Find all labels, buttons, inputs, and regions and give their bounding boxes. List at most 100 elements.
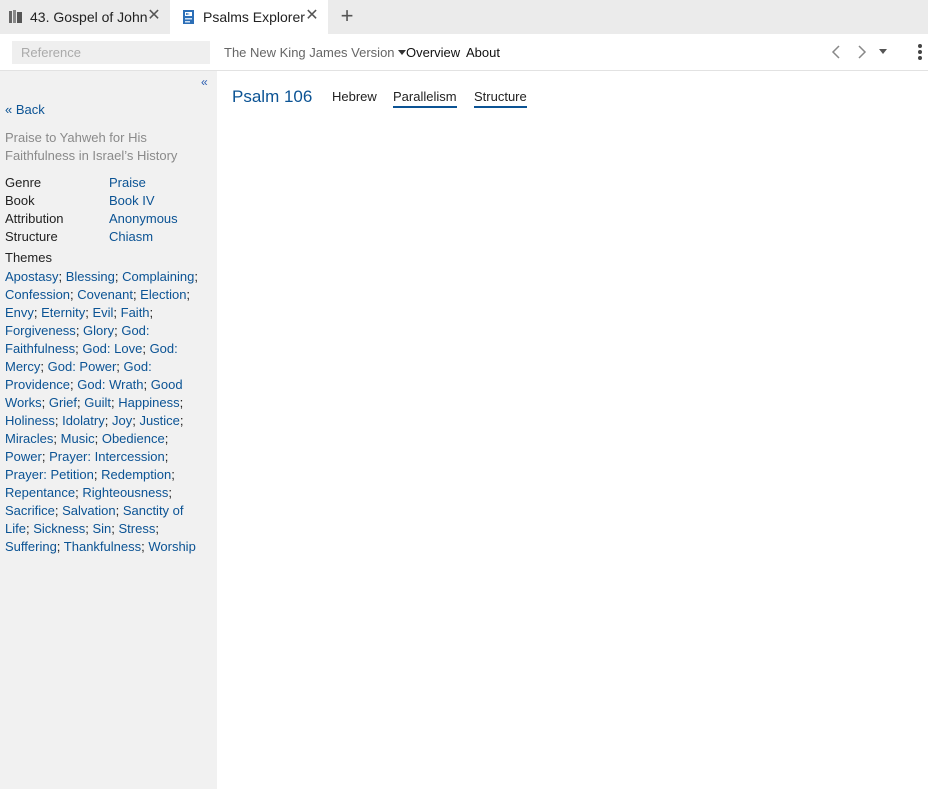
theme-link[interactable]: Music [61, 431, 95, 446]
reference-input[interactable] [12, 41, 210, 64]
tab-hebrew[interactable]: Hebrew [332, 89, 377, 106]
theme-separator: ; [168, 485, 172, 500]
theme-separator: ; [41, 449, 50, 464]
meta-row-attribution: Attribution Anonymous [5, 210, 210, 228]
theme-separator: ; [155, 521, 159, 536]
tab-label: Psalms Explorer [203, 9, 305, 25]
theme-link[interactable]: Eternity [41, 305, 85, 320]
theme-separator: ; [179, 413, 184, 428]
theme-link[interactable]: Envy [5, 305, 34, 320]
history-dropdown-icon[interactable] [879, 49, 887, 54]
theme-link[interactable]: God: Wrath [77, 377, 143, 392]
meta-key: Genre [5, 175, 42, 190]
theme-separator: ; [186, 287, 191, 302]
meta-value-link[interactable]: Book IV [109, 192, 155, 210]
meta-row-book: Book Book IV [5, 192, 210, 210]
theme-separator: ; [171, 467, 175, 482]
meta-value-link[interactable]: Anonymous [109, 210, 178, 228]
theme-separator: ; [194, 269, 198, 284]
back-link[interactable]: « Back [5, 102, 45, 117]
theme-separator: ; [75, 323, 84, 338]
theme-link[interactable]: Righteousness [82, 485, 168, 500]
meta-row-genre: Genre Praise [5, 174, 210, 192]
theme-link[interactable]: Guilt [84, 395, 111, 410]
theme-link[interactable]: Repentance [5, 485, 75, 500]
more-options-icon[interactable] [917, 44, 923, 62]
theme-link[interactable]: Joy [112, 413, 132, 428]
theme-separator: ; [94, 431, 102, 446]
theme-separator: ; [116, 359, 124, 374]
theme-separator: ; [115, 503, 123, 518]
theme-link[interactable]: Miracles [5, 431, 53, 446]
theme-link[interactable]: Faith [121, 305, 150, 320]
theme-link[interactable]: Covenant [77, 287, 133, 302]
theme-link[interactable]: Power [5, 449, 42, 464]
theme-link[interactable]: Suffering [5, 539, 57, 554]
theme-link[interactable]: Redemption [101, 467, 171, 482]
meta-value-link[interactable]: Chiasm [109, 228, 153, 246]
explorer-icon [181, 9, 197, 25]
theme-link[interactable]: Holiness [5, 413, 55, 428]
books-icon [8, 9, 24, 25]
theme-link[interactable]: Prayer: Intercession [49, 449, 165, 464]
theme-link[interactable]: Sickness [33, 521, 85, 536]
version-label: The New King James Version [224, 45, 395, 60]
theme-link[interactable]: God: Love [82, 341, 142, 356]
tab-psalms-explorer[interactable]: Psalms Explorer ✕ [170, 0, 328, 34]
tab-gospel-of-john[interactable]: 43. Gospel of John ✕ [0, 0, 170, 34]
theme-separator: ; [54, 413, 63, 428]
psalm-subtitle: Praise to Yahweh for His Faithfulness in… [5, 130, 178, 163]
theme-separator: ; [58, 269, 66, 284]
themes-heading: Themes [5, 250, 52, 265]
about-link[interactable]: About [466, 45, 500, 60]
theme-link[interactable]: Blessing [66, 269, 115, 284]
meta-key: Structure [5, 229, 58, 244]
theme-link[interactable]: Election [140, 287, 186, 302]
close-icon[interactable]: ✕ [305, 8, 319, 24]
theme-link[interactable]: Apostasy [5, 269, 58, 284]
theme-link[interactable]: Happiness [118, 395, 179, 410]
theme-separator: ; [53, 431, 61, 446]
theme-link[interactable]: Obedience [102, 431, 165, 446]
theme-separator: ; [164, 449, 169, 464]
tab-label: 43. Gospel of John [30, 9, 148, 25]
theme-separator: ; [143, 377, 151, 392]
theme-link[interactable]: Forgiveness [5, 323, 76, 338]
theme-link[interactable]: Idolatry [62, 413, 105, 428]
caret-down-icon [397, 50, 406, 55]
main-content: Psalm 106 Hebrew Parallelism Structure [217, 71, 928, 789]
theme-link[interactable]: Grief [49, 395, 77, 410]
theme-separator: ; [113, 305, 121, 320]
theme-separator: ; [179, 395, 184, 410]
theme-link[interactable]: Confession [5, 287, 70, 302]
themes-list: Apostasy; Blessing; Complaining; Confess… [5, 268, 205, 556]
theme-separator: ; [54, 503, 63, 518]
theme-link[interactable]: Thankfulness [64, 539, 141, 554]
theme-link[interactable]: God: Power [48, 359, 117, 374]
close-icon[interactable]: ✕ [147, 8, 161, 24]
psalm-title: Psalm 106 [232, 87, 313, 106]
theme-link[interactable]: Prayer: Petition [5, 467, 94, 482]
tab-parallelism[interactable]: Parallelism [393, 89, 457, 108]
forward-arrow-icon[interactable] [856, 44, 868, 60]
tab-structure[interactable]: Structure [474, 89, 527, 108]
meta-value-link[interactable]: Praise [109, 174, 146, 192]
meta-row-structure: Structure Chiasm [5, 228, 210, 246]
theme-link[interactable]: Complaining [122, 269, 194, 284]
back-arrow-icon[interactable] [830, 44, 842, 60]
sidebar: « « Back Praise to Yahweh for His Faithf… [0, 71, 217, 789]
version-dropdown[interactable]: The New King James Version [224, 45, 406, 60]
theme-link[interactable]: Justice [139, 413, 179, 428]
theme-link[interactable]: Sin [92, 521, 111, 536]
theme-separator: ; [41, 395, 49, 410]
theme-link[interactable]: Stress [119, 521, 156, 536]
toolbar: The New King James Version Overview Abou… [0, 34, 928, 71]
new-tab-plus-icon[interactable]: + [338, 5, 356, 27]
collapse-sidebar-icon[interactable]: « [201, 75, 208, 89]
theme-link[interactable]: Glory [83, 323, 114, 338]
theme-link[interactable]: Evil [92, 305, 113, 320]
overview-link[interactable]: Overview [406, 45, 460, 60]
theme-link[interactable]: Sacrifice [5, 503, 55, 518]
theme-link[interactable]: Salvation [62, 503, 115, 518]
theme-link[interactable]: Worship [148, 539, 195, 554]
